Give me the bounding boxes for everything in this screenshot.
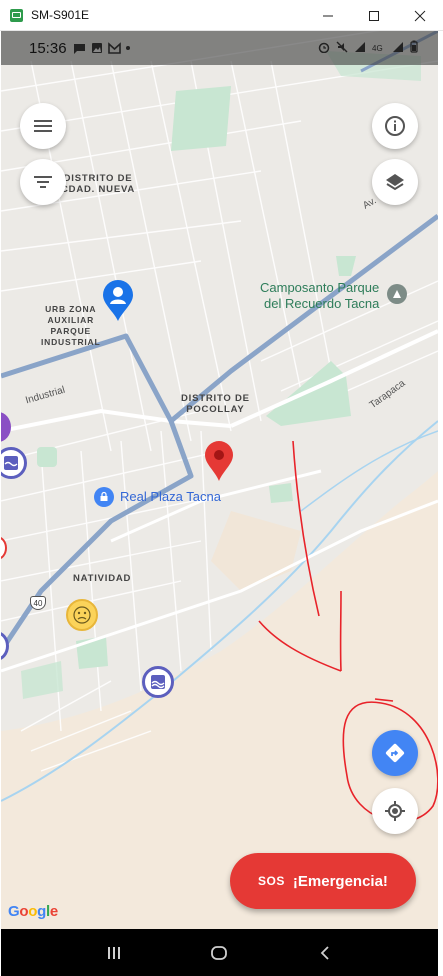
recents-button[interactable]: [94, 933, 134, 973]
label-real-plaza[interactable]: Real Plaza Tacna: [120, 489, 221, 504]
label-natividad: NATIVIDAD: [73, 573, 132, 584]
emergency-button[interactable]: SOS ¡Emergencia!: [230, 853, 416, 909]
incident-sad-face-icon[interactable]: [66, 599, 98, 631]
hamburger-menu-icon: [34, 120, 52, 132]
menu-button[interactable]: [20, 103, 66, 149]
sos-icon: SOS: [258, 874, 285, 888]
alarm-icon: [318, 42, 330, 53]
maximize-icon: [369, 10, 379, 21]
filter-icon: [34, 176, 52, 188]
my-location-icon: [385, 801, 405, 821]
home-button[interactable]: [199, 933, 239, 973]
destination-pin-icon[interactable]: [204, 440, 234, 482]
notification-dot-icon: [125, 46, 130, 50]
chat-icon: [73, 44, 85, 54]
cemetery-icon[interactable]: [387, 284, 407, 304]
shopping-icon[interactable]: [94, 487, 114, 507]
back-icon: [320, 945, 329, 960]
gmail-icon: [107, 42, 121, 54]
google-logo: Google: [8, 903, 58, 920]
label-pocollay: DISTRITO DE POCOLLAY: [181, 393, 250, 415]
user-location-marker[interactable]: [102, 280, 134, 322]
info-icon: [385, 116, 405, 136]
park-marker: [37, 447, 57, 467]
svg-text:4G: 4G: [372, 44, 383, 53]
info-button[interactable]: [372, 103, 418, 149]
status-time: 15:36: [29, 39, 67, 57]
navigation-bar: [1, 929, 438, 976]
recents-icon: [107, 946, 120, 959]
gallery-icon: [91, 43, 102, 53]
google-logo-text: Google: [8, 903, 58, 920]
signal-icon: [355, 41, 365, 52]
close-icon: [414, 10, 426, 21]
status-bar: 15:36 4G: [1, 31, 438, 65]
label-camposanto[interactable]: Camposanto Parque del Recuerdo Tacna: [260, 280, 379, 312]
label-urb-zona: URB ZONA AUXILIAR PARQUE INDUSTRIAL: [41, 304, 101, 347]
minimize-icon: [323, 15, 333, 16]
close-button[interactable]: [397, 0, 443, 31]
back-button[interactable]: [305, 933, 345, 973]
incident-flood-icon[interactable]: [142, 666, 174, 698]
volte-4g-icon: 4G: [372, 44, 383, 53]
layers-button[interactable]: [372, 159, 418, 205]
phone-screen: DISTRITO DE CDAD. NUEVA URB ZONA AUXILIA…: [1, 31, 438, 976]
emergency-label: ¡Emergencia!: [292, 872, 388, 890]
home-icon: [211, 945, 228, 960]
mute-icon: [336, 41, 348, 52]
window-titlebar: SM-S901E: [0, 0, 443, 31]
directions-button[interactable]: [372, 730, 418, 776]
maximize-button[interactable]: [351, 0, 397, 31]
battery-icon: [410, 40, 418, 53]
filter-button[interactable]: [20, 159, 66, 205]
layers-icon: [386, 174, 404, 191]
directions-icon: [385, 743, 405, 763]
window-title: SM-S901E: [31, 8, 90, 22]
my-location-button[interactable]: [372, 788, 418, 834]
signal-icon-2: [393, 41, 403, 52]
label-distrito-nueva: DISTRITO DE CDAD. NUEVA: [61, 173, 136, 195]
minimize-button[interactable]: [305, 0, 351, 31]
app-icon: [10, 8, 23, 22]
